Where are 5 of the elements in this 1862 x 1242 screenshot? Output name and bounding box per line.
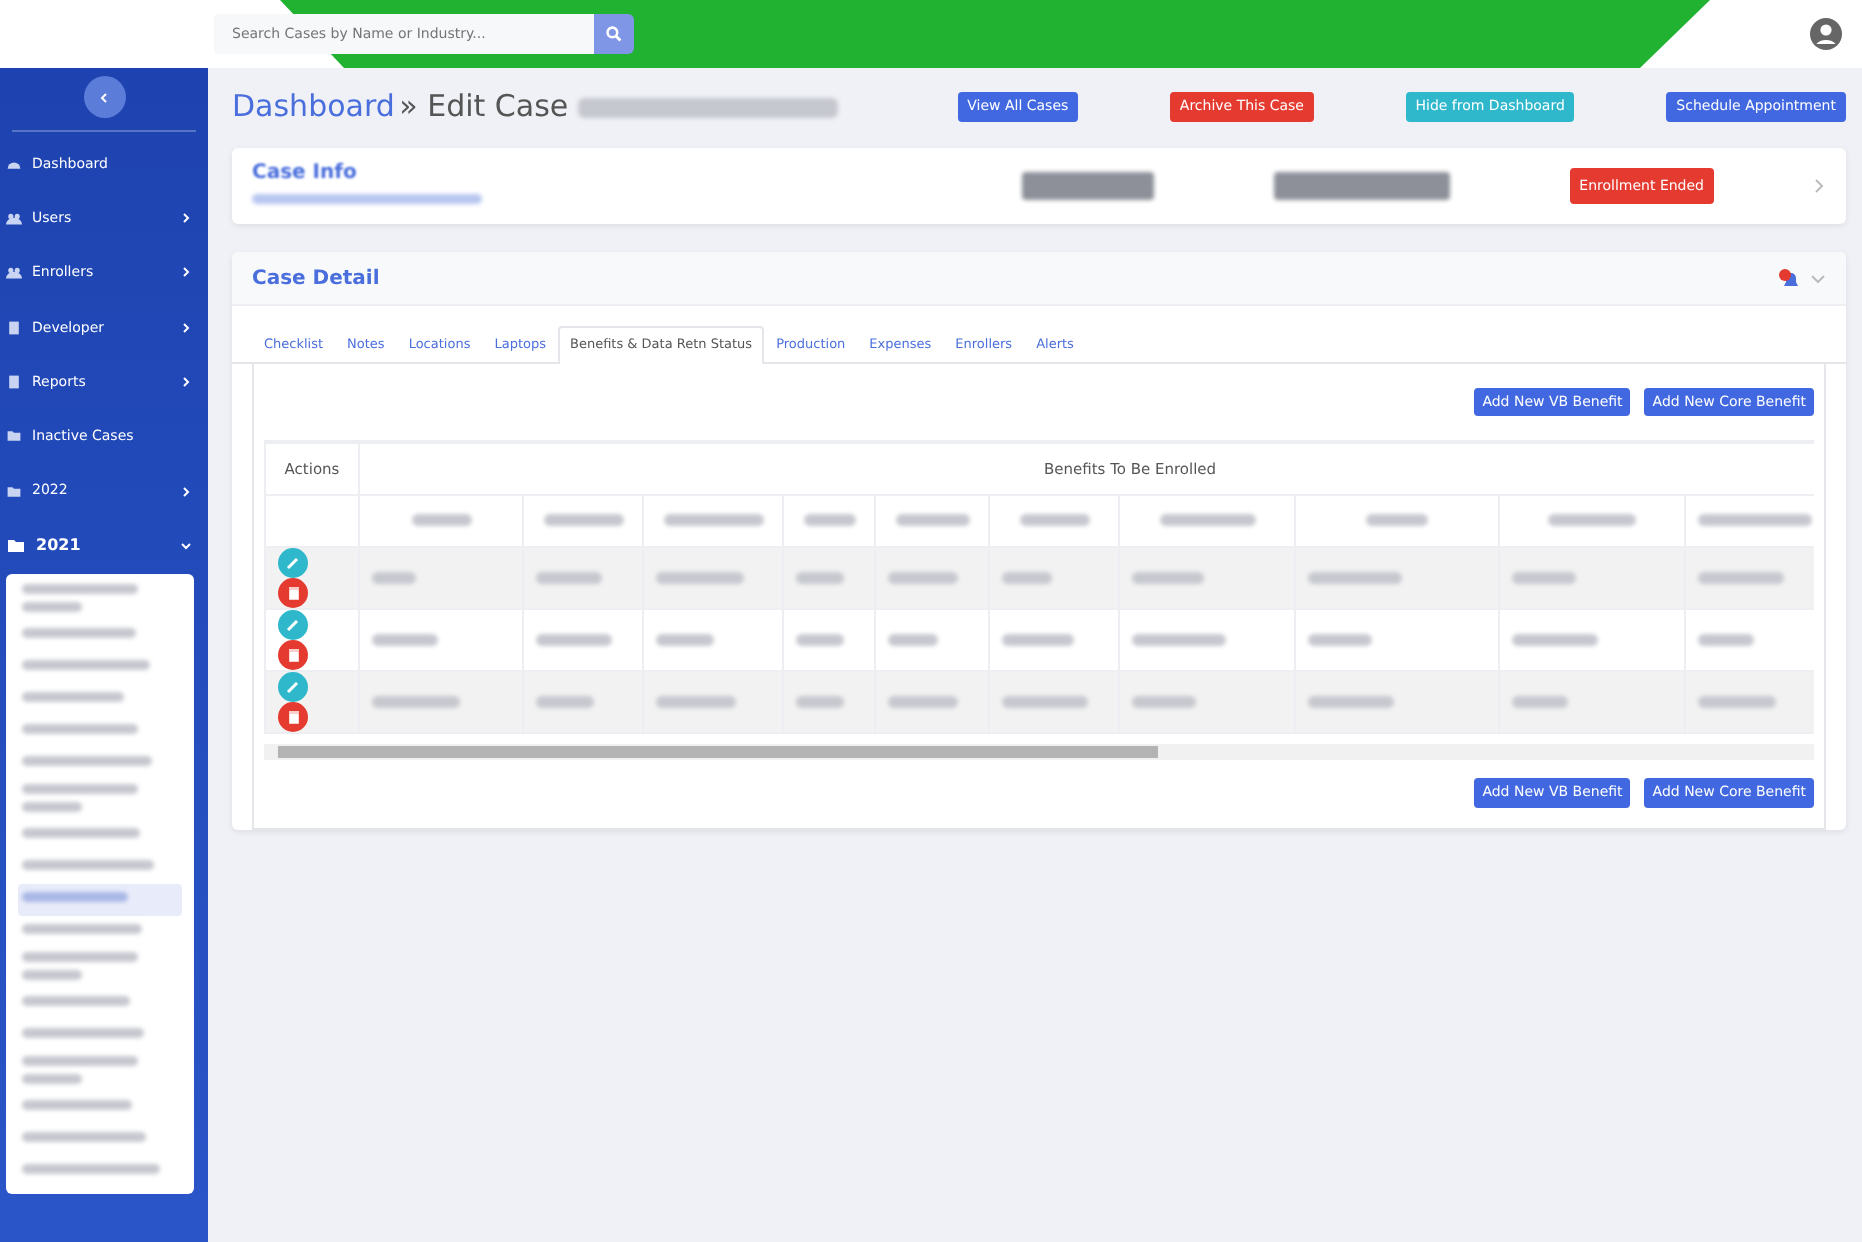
- sidebar-item[interactable]: 2021: [0, 518, 208, 574]
- card-title: Case Detail: [252, 265, 382, 293]
- card-title: Case Info: [252, 159, 359, 188]
- breadcrumb-text: » Edit Case: [399, 88, 569, 125]
- breadcrumb-link[interactable]: Dashboard: [232, 88, 395, 125]
